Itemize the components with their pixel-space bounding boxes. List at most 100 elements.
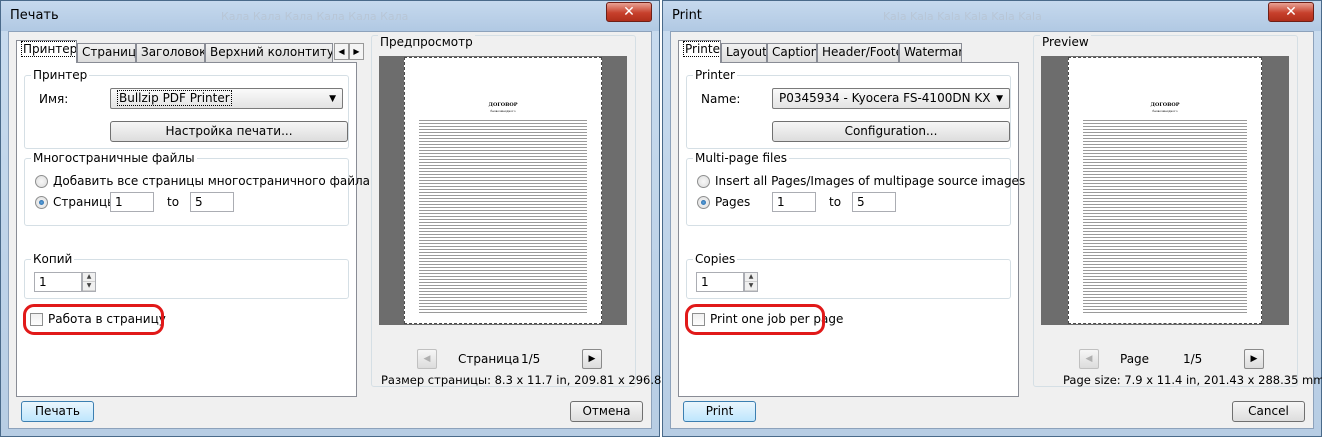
preview-group: Preview ДОГОВОР безвозмездного ◀ Page 1/… bbox=[1033, 35, 1322, 387]
printer-select[interactable]: P0345934 - Kyocera FS-4100DN KX ▼ bbox=[772, 88, 1010, 109]
print-dialog-en: Print Kala Kala Kala Kala Kala Kala ✕ Pr… bbox=[662, 0, 1322, 437]
document-text-lines bbox=[419, 118, 587, 315]
page-label: Page bbox=[1120, 352, 1150, 366]
printer-name-label: Name: bbox=[701, 92, 741, 106]
next-page-button[interactable]: ▶ bbox=[1244, 349, 1264, 369]
page-counter: 1/5 bbox=[521, 352, 541, 366]
add-all-pages-label: Добавить все страницы многостраничного ф… bbox=[53, 174, 371, 188]
dialog-client: Printer Layout Caption Header/Footer Wat… bbox=[670, 31, 1322, 429]
cancel-button[interactable]: Cancel bbox=[1232, 401, 1305, 422]
arrow-right-icon: ▶ bbox=[588, 354, 596, 364]
printer-group-title: Принтер bbox=[31, 68, 90, 82]
printer-group-title: Printer bbox=[693, 68, 737, 82]
arrow-left-icon: ◀ bbox=[423, 354, 431, 364]
printer-group: Printer Name: P0345934 - Kyocera FS-4100… bbox=[686, 68, 1011, 149]
printer-settings-button[interactable]: Настройка печати... bbox=[110, 121, 348, 142]
dialog-client: Принтер Страница Заголовок Верхний колон… bbox=[8, 31, 695, 429]
printer-name-label: Имя: bbox=[39, 92, 69, 106]
tab-header-footer[interactable]: Верхний колонтитул/Ни bbox=[205, 43, 333, 62]
chevron-down-icon: ▼ bbox=[996, 94, 1003, 104]
background-window-title: Kala Kala Kala Kala Kala Kala bbox=[883, 10, 1042, 23]
spin-down-icon[interactable]: ▼ bbox=[745, 282, 757, 291]
page-size-info: Page size: 7.9 x 11.4 in, 201.43 x 288.3… bbox=[1063, 373, 1322, 387]
preview-page: ДОГОВОР безвозмездного bbox=[404, 57, 602, 324]
tab-printer[interactable]: Printer bbox=[678, 40, 721, 63]
preview-group: Предпросмотр ДОГОВОР безвозмездного ◀ Ст… bbox=[371, 35, 695, 387]
next-page-button[interactable]: ▶ bbox=[582, 349, 602, 369]
arrow-left-icon: ◀ bbox=[1085, 354, 1093, 364]
page-counter: 1/5 bbox=[1183, 352, 1203, 366]
copies-input[interactable]: 1 bbox=[34, 272, 82, 292]
copies-spinner[interactable]: ▲ ▼ bbox=[82, 272, 96, 292]
print-dialog-ru: Печать Кала Кала Кала Кала Кала Кала ✕ П… bbox=[0, 0, 695, 437]
tab-printer[interactable]: Принтер bbox=[16, 40, 77, 63]
tab-page-printer: Принтер Имя: Bullzip PDF Printer ▼ Настр… bbox=[16, 62, 370, 397]
pages-radio[interactable] bbox=[697, 196, 710, 209]
document-heading: ДОГОВОР bbox=[1150, 102, 1180, 108]
previous-page-button[interactable]: ◀ bbox=[1079, 349, 1099, 369]
spin-up-icon[interactable]: ▲ bbox=[745, 273, 757, 282]
close-button[interactable]: ✕ bbox=[606, 2, 652, 22]
tab-page[interactable]: Страница bbox=[77, 43, 136, 62]
insert-all-pages-radio[interactable] bbox=[697, 175, 710, 188]
page-to-input[interactable]: 5 bbox=[852, 192, 896, 212]
arrow-right-icon: ▶ bbox=[1250, 354, 1258, 364]
copies-group: Copies 1 ▲ ▼ bbox=[686, 252, 1011, 299]
spin-down-icon[interactable]: ▼ bbox=[83, 282, 95, 291]
pages-label: Pages bbox=[715, 195, 751, 209]
page-from-input[interactable]: 1 bbox=[772, 192, 816, 212]
tab-header-footer[interactable]: Header/Footer bbox=[817, 43, 899, 62]
print-button[interactable]: Печать bbox=[21, 401, 94, 422]
title-bar[interactable]: Печать Кала Кала Кала Кала Кала Кала ✕ bbox=[1, 1, 659, 31]
tab-page-printer: Printer Name: P0345934 - Kyocera FS-4100… bbox=[678, 62, 1025, 397]
window-title: Печать bbox=[10, 8, 59, 23]
window-title: Print bbox=[672, 8, 702, 23]
multipage-group-title: Multi-page files bbox=[693, 151, 789, 165]
copies-group-title: Copies bbox=[693, 252, 738, 266]
close-icon: ✕ bbox=[623, 4, 635, 20]
pages-radio[interactable] bbox=[35, 196, 48, 209]
printer-select[interactable]: Bullzip PDF Printer ▼ bbox=[110, 88, 343, 109]
print-preview: ДОГОВОР безвозмездного bbox=[379, 56, 627, 325]
background-window-title: Кала Кала Кала Кала Кала Кала bbox=[221, 10, 409, 23]
tab-caption[interactable]: Заголовок bbox=[136, 43, 205, 62]
document-heading: ДОГОВОР bbox=[488, 102, 518, 108]
previous-page-button[interactable]: ◀ bbox=[417, 349, 437, 369]
preview-title: Preview bbox=[1040, 35, 1091, 49]
preview-title: Предпросмотр bbox=[378, 35, 475, 49]
copies-group-title: Копий bbox=[31, 252, 75, 266]
copies-group: Копий 1 ▲ ▼ bbox=[24, 252, 349, 299]
highlight-annotation bbox=[23, 304, 164, 335]
chevron-down-icon: ▼ bbox=[329, 94, 336, 104]
document-text-lines bbox=[1083, 118, 1247, 315]
insert-all-pages-label: Insert all Pages/Images of multipage sou… bbox=[715, 174, 1026, 188]
printer-group: Принтер Имя: Bullzip PDF Printer ▼ Настр… bbox=[24, 68, 349, 149]
tab-scroll-left[interactable]: ◀ bbox=[334, 43, 349, 60]
highlight-annotation bbox=[685, 304, 825, 335]
multipage-group-title: Многостраничные файлы bbox=[31, 151, 197, 165]
document-subheading: безвозмездного bbox=[1152, 109, 1178, 113]
spin-up-icon[interactable]: ▲ bbox=[83, 273, 95, 282]
page-to-input[interactable]: 5 bbox=[190, 192, 234, 212]
page-label: Страница bbox=[458, 352, 520, 366]
page-size-info: Размер страницы: 8.3 x 11.7 in, 209.81 x… bbox=[381, 373, 695, 387]
tab-layout[interactable]: Layout bbox=[721, 43, 767, 62]
multipage-group: Multi-page files Insert all Pages/Images… bbox=[686, 151, 1025, 226]
page-from-input[interactable]: 1 bbox=[110, 192, 154, 212]
title-bar[interactable]: Print Kala Kala Kala Kala Kala Kala ✕ bbox=[663, 1, 1321, 31]
configuration-button[interactable]: Configuration... bbox=[772, 121, 1010, 142]
copies-input[interactable]: 1 bbox=[696, 272, 744, 292]
tab-watermark[interactable]: Watermark bbox=[899, 43, 962, 62]
add-all-pages-radio[interactable] bbox=[35, 175, 48, 188]
tab-caption[interactable]: Caption bbox=[767, 43, 817, 62]
copies-spinner[interactable]: ▲ ▼ bbox=[744, 272, 758, 292]
document-subheading: безвозмездного bbox=[490, 109, 516, 113]
multipage-group: Многостраничные файлы Добавить все стран… bbox=[24, 151, 370, 226]
close-icon: ✕ bbox=[1285, 4, 1297, 20]
print-preview: ДОГОВОР безвозмездного bbox=[1041, 56, 1289, 325]
preview-page: ДОГОВОР безвозмездного bbox=[1068, 57, 1262, 324]
cancel-button[interactable]: Отмена bbox=[570, 401, 643, 422]
tab-scroll-right[interactable]: ▶ bbox=[349, 43, 364, 60]
print-button[interactable]: Print bbox=[683, 401, 756, 422]
close-button[interactable]: ✕ bbox=[1268, 2, 1314, 22]
